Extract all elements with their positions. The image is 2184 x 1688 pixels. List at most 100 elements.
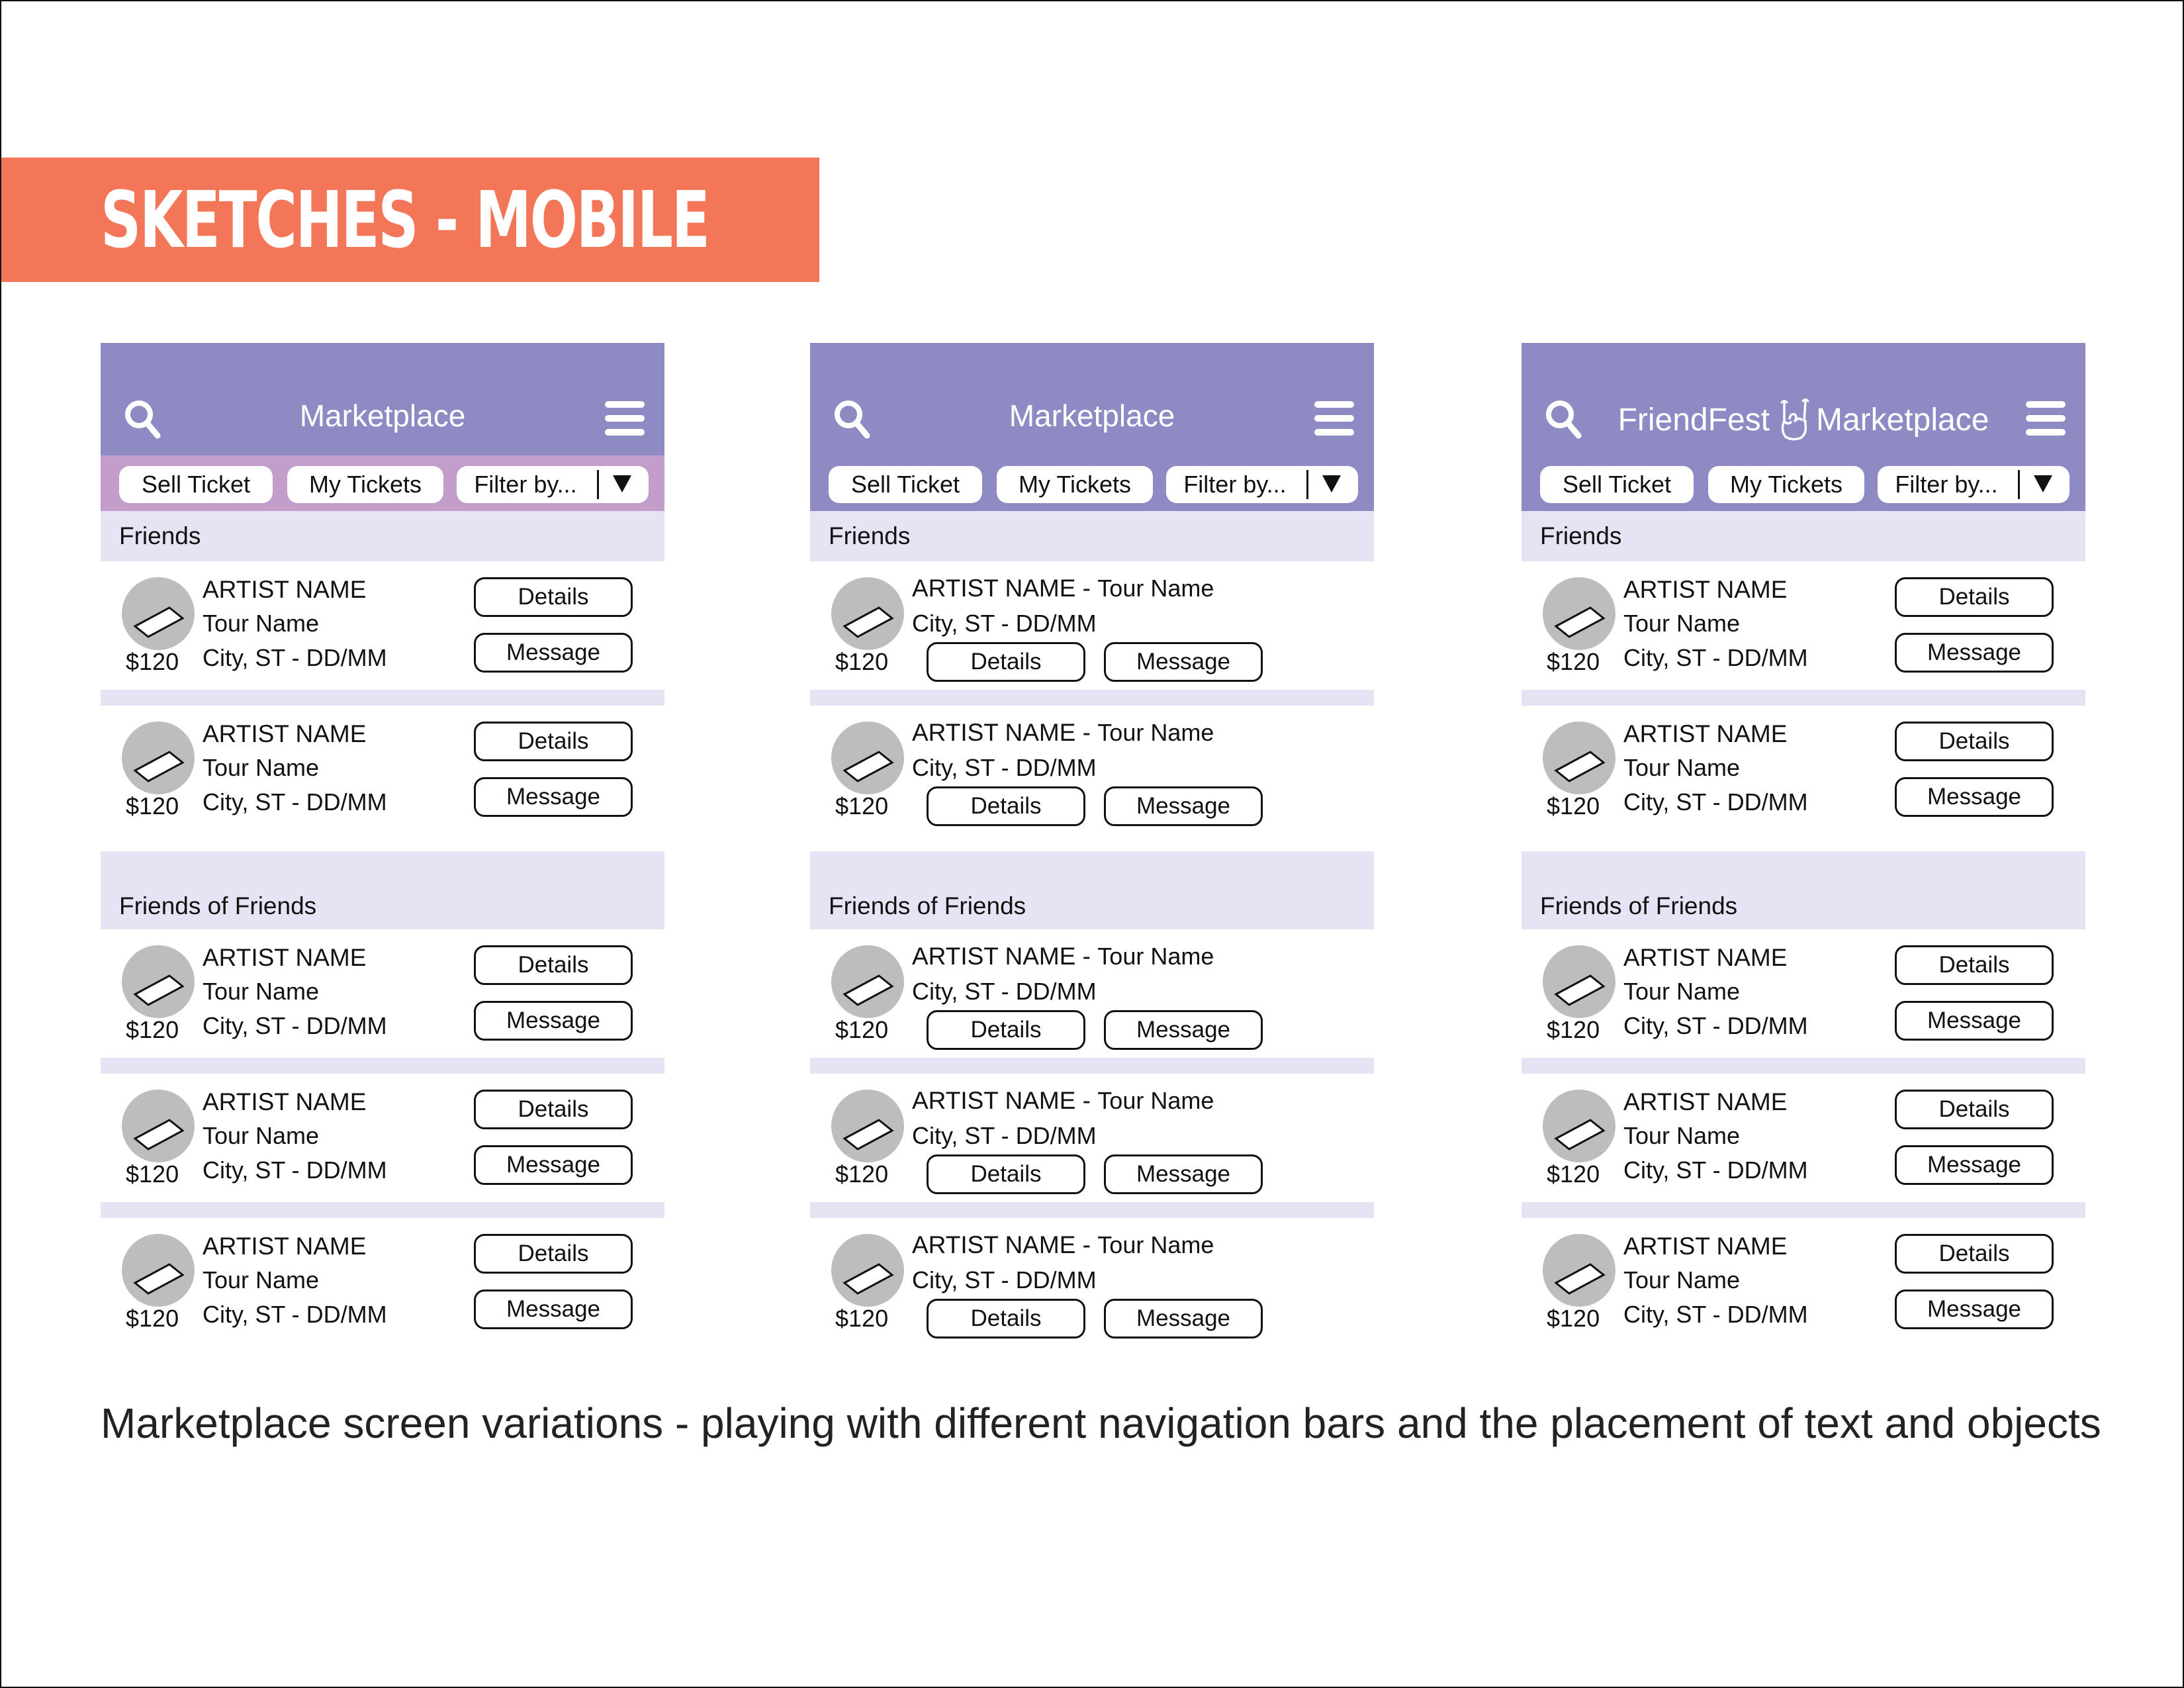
artist-name: ARTIST NAME	[912, 575, 1076, 602]
ticket-icon	[133, 1263, 185, 1295]
details-button[interactable]: Details	[1895, 722, 2054, 761]
card-separator	[810, 1202, 1374, 1218]
details-button[interactable]: Details	[474, 945, 633, 985]
message-button[interactable]: Message	[1895, 1289, 2054, 1329]
message-button[interactable]: Message	[474, 1145, 633, 1185]
menu-icon[interactable]	[605, 401, 645, 436]
message-button[interactable]: Message	[474, 633, 633, 673]
ticket-price: $120	[126, 648, 179, 675]
ticket-price: $120	[1547, 648, 1600, 675]
my-tickets-button[interactable]: My Tickets	[287, 466, 443, 503]
filter-dropdown[interactable]: Filter by...	[457, 466, 649, 503]
ticket-icon	[1554, 974, 1606, 1006]
ticket-icon	[1554, 606, 1606, 638]
tour-name: Tour Name	[1097, 575, 1214, 602]
ticket-price: $120	[835, 648, 889, 675]
artist-name: ARTIST NAME	[203, 1088, 367, 1115]
event-location-date: City, ST - DD/MM	[1623, 1156, 1808, 1184]
artist-tour-line: ARTIST NAME - Tour Name	[912, 1087, 1214, 1114]
details-button[interactable]: Details	[474, 1234, 633, 1274]
message-button[interactable]: Message	[1104, 1154, 1263, 1194]
tour-name: Tour Name	[1097, 719, 1214, 746]
details-button[interactable]: Details	[927, 1010, 1085, 1050]
sell-ticket-button[interactable]: Sell Ticket	[119, 466, 273, 503]
details-button[interactable]: Details	[927, 1154, 1085, 1194]
sell-ticket-button[interactable]: Sell Ticket	[1540, 466, 1694, 503]
details-button[interactable]: Details	[474, 577, 633, 617]
ticket-price: $120	[126, 792, 179, 820]
card-separator	[101, 690, 664, 706]
caption: Marketplace screen variations - playing …	[101, 1399, 2101, 1447]
my-tickets-button[interactable]: My Tickets	[1708, 466, 1864, 503]
message-button[interactable]: Message	[474, 1289, 633, 1329]
message-button[interactable]: Message	[1895, 1145, 2054, 1185]
card-separator	[1522, 1202, 2085, 1218]
ticket-price: $120	[1547, 1160, 1600, 1188]
event-location-date: City, ST - DD/MM	[912, 1266, 1097, 1293]
event-location-date: City, ST - DD/MM	[203, 788, 387, 816]
ticket-card: $120 ARTIST NAME - Tour Name City, ST - …	[810, 1218, 1374, 1346]
message-button[interactable]: Message	[1104, 786, 1263, 826]
tour-name: Tour Name	[1097, 1087, 1214, 1114]
caret-down-icon	[1322, 475, 1341, 492]
menu-icon[interactable]	[1314, 401, 1354, 436]
sell-ticket-button[interactable]: Sell Ticket	[829, 466, 982, 503]
filter-label: Filter by...	[1183, 471, 1287, 498]
event-location-date: City, ST - DD/MM	[203, 1012, 387, 1039]
sketch-board: SKETCHES - MOBILE Marketplace Sell Ticke…	[0, 0, 2184, 1688]
card-separator	[1522, 690, 2085, 706]
filter-divider	[597, 470, 599, 499]
details-button[interactable]: Details	[927, 1299, 1085, 1338]
ticket-icon	[842, 751, 894, 782]
tour-name: Tour Name	[203, 754, 320, 781]
event-location-date: City, ST - DD/MM	[912, 1122, 1097, 1149]
section-friends-of-friends: Friends of Friends	[1522, 851, 2085, 929]
tour-name: Tour Name	[1623, 1266, 1741, 1293]
my-tickets-button[interactable]: My Tickets	[997, 466, 1153, 503]
event-location-date: City, ST - DD/MM	[203, 1301, 387, 1328]
message-button[interactable]: Message	[1895, 777, 2054, 817]
filter-label: Filter by...	[474, 471, 577, 498]
section-friends: Friends	[810, 511, 1374, 561]
details-button[interactable]: Details	[1895, 1090, 2054, 1129]
artist-tour-line: ARTIST NAME - Tour Name	[912, 575, 1214, 602]
details-button[interactable]: Details	[474, 722, 633, 761]
ticket-card: $120 ARTIST NAME Tour Name City, ST - DD…	[1522, 1074, 2085, 1202]
filter-dropdown[interactable]: Filter by...	[1878, 466, 2070, 503]
artist-name: ARTIST NAME	[912, 1087, 1076, 1114]
ticket-card: $120 ARTIST NAME - Tour Name City, ST - …	[810, 929, 1374, 1058]
details-button[interactable]: Details	[1895, 1234, 2054, 1274]
filter-dropdown[interactable]: Filter by...	[1166, 466, 1358, 503]
brand-title: FriendFest Marketplace	[1522, 399, 2085, 442]
details-button[interactable]: Details	[1895, 577, 2054, 617]
brand-name: FriendFest	[1617, 402, 1770, 438]
message-button[interactable]: Message	[474, 777, 633, 817]
artist-name: ARTIST NAME	[203, 1233, 367, 1260]
ticket-card: $120 ARTIST NAME Tour Name City, ST - DD…	[101, 706, 664, 834]
filter-divider	[2018, 470, 2020, 499]
ticket-card: $120 ARTIST NAME Tour Name City, ST - DD…	[1522, 929, 2085, 1058]
menu-icon[interactable]	[2026, 401, 2066, 436]
details-button[interactable]: Details	[1895, 945, 2054, 985]
ticket-card: $120 ARTIST NAME Tour Name City, ST - DD…	[1522, 706, 2085, 834]
message-button[interactable]: Message	[1104, 642, 1263, 682]
message-button[interactable]: Message	[1104, 1010, 1263, 1050]
message-button[interactable]: Message	[1895, 1001, 2054, 1041]
ticket-icon	[133, 606, 185, 638]
details-button[interactable]: Details	[474, 1090, 633, 1129]
artist-name: ARTIST NAME	[203, 720, 367, 747]
details-button[interactable]: Details	[927, 642, 1085, 682]
ticket-card: $120 ARTIST NAME Tour Name City, ST - DD…	[101, 929, 664, 1058]
ticket-icon	[1554, 1119, 1606, 1150]
tour-name: Tour Name	[1623, 754, 1741, 781]
card-separator	[810, 1058, 1374, 1074]
ticket-card: $120 ARTIST NAME - Tour Name City, ST - …	[810, 1074, 1374, 1202]
details-button[interactable]: Details	[927, 786, 1085, 826]
message-button[interactable]: Message	[1104, 1299, 1263, 1338]
ticket-icon	[842, 974, 894, 1006]
tour-name: Tour Name	[1623, 610, 1741, 637]
event-location-date: City, ST - DD/MM	[203, 1156, 387, 1184]
message-button[interactable]: Message	[474, 1001, 633, 1041]
message-button[interactable]: Message	[1895, 633, 2054, 673]
artist-name: ARTIST NAME	[912, 1231, 1076, 1258]
